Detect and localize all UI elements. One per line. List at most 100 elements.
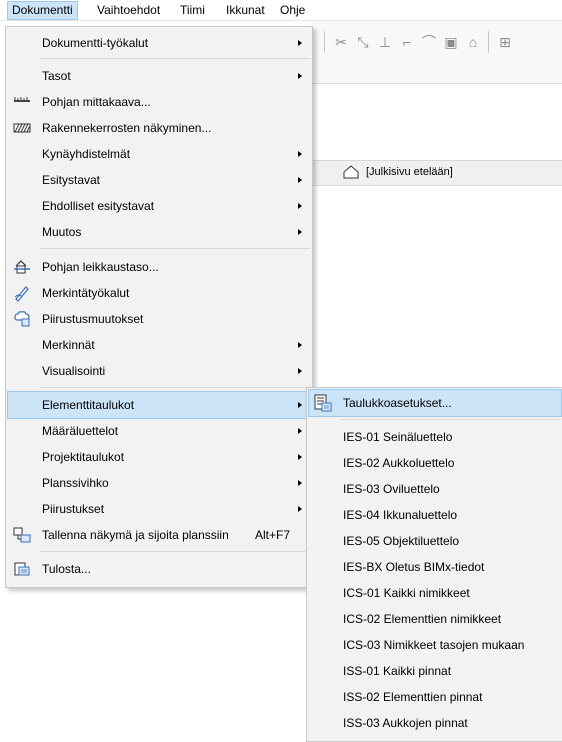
menu-item-kynayhdistelmat[interactable]: Kynäyhdistelmät <box>8 141 310 167</box>
submenu-item-iss-01[interactable]: ISS-01 Kaikki pinnat <box>309 658 561 684</box>
submenu-item-taulukkoasetukset[interactable]: Taulukkoasetukset... <box>308 389 562 417</box>
menu-item-tasot[interactable]: Tasot <box>8 63 310 89</box>
submenu-item-label: IES-05 Objektiluettelo <box>343 534 460 548</box>
menu-item-elementtitaulukot[interactable]: Elementtitaulukot <box>7 391 311 419</box>
schedule-settings-icon <box>314 394 332 412</box>
submenu-item-label: Taulukkoasetukset... <box>343 396 452 410</box>
menu-bar: Dokumentti Vaihtoehdot Tiimi Ikkunat Ohj… <box>0 0 562 21</box>
submenu-item-label: IES-BX Oletus BIMx-tiedot <box>343 560 485 574</box>
menu-item-label: Pohjan leikkaustaso... <box>42 260 159 274</box>
submenu-arrow-icon <box>298 368 302 374</box>
menu-item-label: Projektitaulukot <box>42 450 125 464</box>
menu-item-pohjan-leikkaustaso[interactable]: Pohjan leikkaustaso... <box>8 254 310 280</box>
submenu-item-ies-05[interactable]: IES-05 Objektiluettelo <box>309 528 561 554</box>
menu-item-maaraluettelot[interactable]: Määräluettelot <box>8 418 310 444</box>
menu-item-label: Elementtitaulukot <box>42 398 135 412</box>
fillet-icon[interactable]: ⌒ <box>420 33 438 51</box>
menu-item-label: Määräluettelot <box>42 424 119 438</box>
submenu-item-label: IES-03 Oviluettelo <box>343 482 440 496</box>
menu-item-merkintatyokalut[interactable]: Merkintätyökalut <box>8 280 310 306</box>
view-tab-label: [Julkisivu etelään] <box>366 166 453 178</box>
menu-item-projektitaulukot[interactable]: Projektitaulukot <box>8 444 310 470</box>
intersect-icon[interactable]: ⌐ <box>398 33 416 51</box>
menu-item-label: Piirustusmuutokset <box>42 312 144 326</box>
submenu-arrow-icon <box>298 73 302 79</box>
print-icon <box>14 562 30 576</box>
menu-item-label: Pohjan mittakaava... <box>42 95 151 109</box>
menu-item-label: Dokumentti-työkalut <box>42 36 149 50</box>
submenu-item-ics-02[interactable]: ICS-02 Elementtien nimikkeet <box>309 606 561 632</box>
menu-item-label: Visualisointi <box>42 364 106 378</box>
menu-item-rakennekerrosten-nakyminen[interactable]: Rakennekerrosten näkyminen... <box>8 115 310 141</box>
menu-item-dokumentti-tyokalut[interactable]: Dokumentti-työkalut <box>8 30 310 56</box>
group-icon[interactable]: ⊞ <box>496 33 514 51</box>
submenu-item-ics-01[interactable]: ICS-01 Kaikki nimikkeet <box>309 580 561 606</box>
submenu-arrow-icon <box>298 454 302 460</box>
menu-item-label: Merkinnät <box>42 338 95 352</box>
toolbar-separator <box>488 31 489 53</box>
menu-item-ehdolliset-esitystavat[interactable]: Ehdolliset esitystavat <box>8 193 310 219</box>
submenu-item-ies-01[interactable]: IES-01 Seinäluettelo <box>309 424 561 450</box>
menu-item-piirustukset[interactable]: Piirustukset <box>8 496 310 522</box>
menu-separator <box>341 419 561 420</box>
submenu-item-ies-04[interactable]: IES-04 Ikkunaluettelo <box>309 502 561 528</box>
menubar-ohje[interactable]: Ohje <box>280 2 305 19</box>
submenu-arrow-icon <box>298 177 302 183</box>
submenu-item-ies-bx[interactable]: IES-BX Oletus BIMx-tiedot <box>309 554 561 580</box>
menu-item-tulosta[interactable]: Tulosta... <box>8 556 310 582</box>
view-tab[interactable]: [Julkisivu etelään] <box>310 160 562 186</box>
revision-cloud-icon <box>14 311 30 327</box>
menubar-tiimi[interactable]: Tiimi <box>180 2 205 19</box>
house-icon <box>343 165 359 179</box>
menu-item-merkinnat[interactable]: Merkinnät <box>8 332 310 358</box>
dokumentti-menu: Dokumentti-työkalut Tasot Pohjan mittaka… <box>5 26 313 588</box>
menu-item-label: Tasot <box>42 69 71 83</box>
adjust-icon[interactable]: ⊥ <box>376 33 394 51</box>
menu-item-planssivihko[interactable]: Planssivihko <box>8 470 310 496</box>
menu-item-label: Kynäyhdistelmät <box>42 147 131 161</box>
menu-item-tallenna-nakyma[interactable]: Tallenna näkymä ja sijoita planssiin Alt… <box>8 522 310 548</box>
menubar-dokumentti[interactable]: Dokumentti <box>7 1 78 20</box>
menu-item-label: Tulosta... <box>42 562 91 576</box>
elementtitaulukot-submenu: Taulukkoasetukset... IES-01 Seinäluettel… <box>306 387 562 742</box>
menubar-vaihtoehdot[interactable]: Vaihtoehdot <box>97 2 160 19</box>
submenu-item-label: IES-02 Aukkoluettelo <box>343 456 455 470</box>
menu-item-esitystavat[interactable]: Esitystavat <box>8 167 310 193</box>
toolbar-separator <box>324 31 325 53</box>
submenu-arrow-icon <box>298 428 302 434</box>
offset-icon[interactable]: ▣ <box>442 33 460 51</box>
menu-item-label: Esitystavat <box>42 173 101 187</box>
menu-item-visualisointi[interactable]: Visualisointi <box>8 358 310 384</box>
submenu-arrow-icon <box>298 203 302 209</box>
menu-separator <box>40 387 310 388</box>
menubar-ikkunat[interactable]: Ikkunat <box>226 2 265 19</box>
submenu-item-iss-02[interactable]: ISS-02 Elementtien pinnat <box>309 684 561 710</box>
menu-item-label: Tallenna näkymä ja sijoita planssiin <box>42 528 229 542</box>
submenu-item-ies-02[interactable]: IES-02 Aukkoluettelo <box>309 450 561 476</box>
submenu-item-label: ISS-01 Kaikki pinnat <box>343 664 452 678</box>
menu-item-label: Merkintätyökalut <box>42 286 130 300</box>
menu-item-shortcut: Alt+F7 <box>254 528 290 542</box>
split-icon[interactable]: ⤡ <box>354 33 372 51</box>
submenu-arrow-icon <box>298 506 302 512</box>
submenu-item-label: ICS-02 Elementtien nimikkeet <box>343 612 502 626</box>
menu-item-muutos[interactable]: Muutos <box>8 219 310 245</box>
submenu-item-iss-03[interactable]: ISS-03 Aukkojen pinnat <box>309 710 561 736</box>
submenu-item-label: IES-01 Seinäluettelo <box>343 430 453 444</box>
menu-item-label: Piirustukset <box>42 502 105 516</box>
roof-icon[interactable]: ⌂ <box>464 33 482 51</box>
submenu-item-label: ICS-03 Nimikkeet tasojen mukaan <box>343 638 525 652</box>
submenu-item-label: ISS-02 Elementtien pinnat <box>343 690 483 704</box>
submenu-item-ies-03[interactable]: IES-03 Oviluettelo <box>309 476 561 502</box>
menu-item-pohjan-mittakaava[interactable]: Pohjan mittakaava... <box>8 89 310 115</box>
hatch-pattern-icon <box>13 123 31 133</box>
submenu-item-ics-03[interactable]: ICS-03 Nimikkeet tasojen mukaan <box>309 632 561 658</box>
menu-separator <box>40 551 310 552</box>
menu-item-label: Planssivihko <box>42 476 109 490</box>
menu-item-piirustusmuutokset[interactable]: Piirustusmuutokset <box>8 306 310 332</box>
submenu-arrow-icon <box>298 40 302 46</box>
menu-separator <box>40 248 310 249</box>
toolbar: ✂ ⤡ ⊥ ⌐ ⌒ ▣ ⌂ ⊞ <box>310 21 562 84</box>
menu-item-label: Ehdolliset esitystavat <box>42 199 155 213</box>
trim-icon[interactable]: ✂ <box>332 33 350 51</box>
